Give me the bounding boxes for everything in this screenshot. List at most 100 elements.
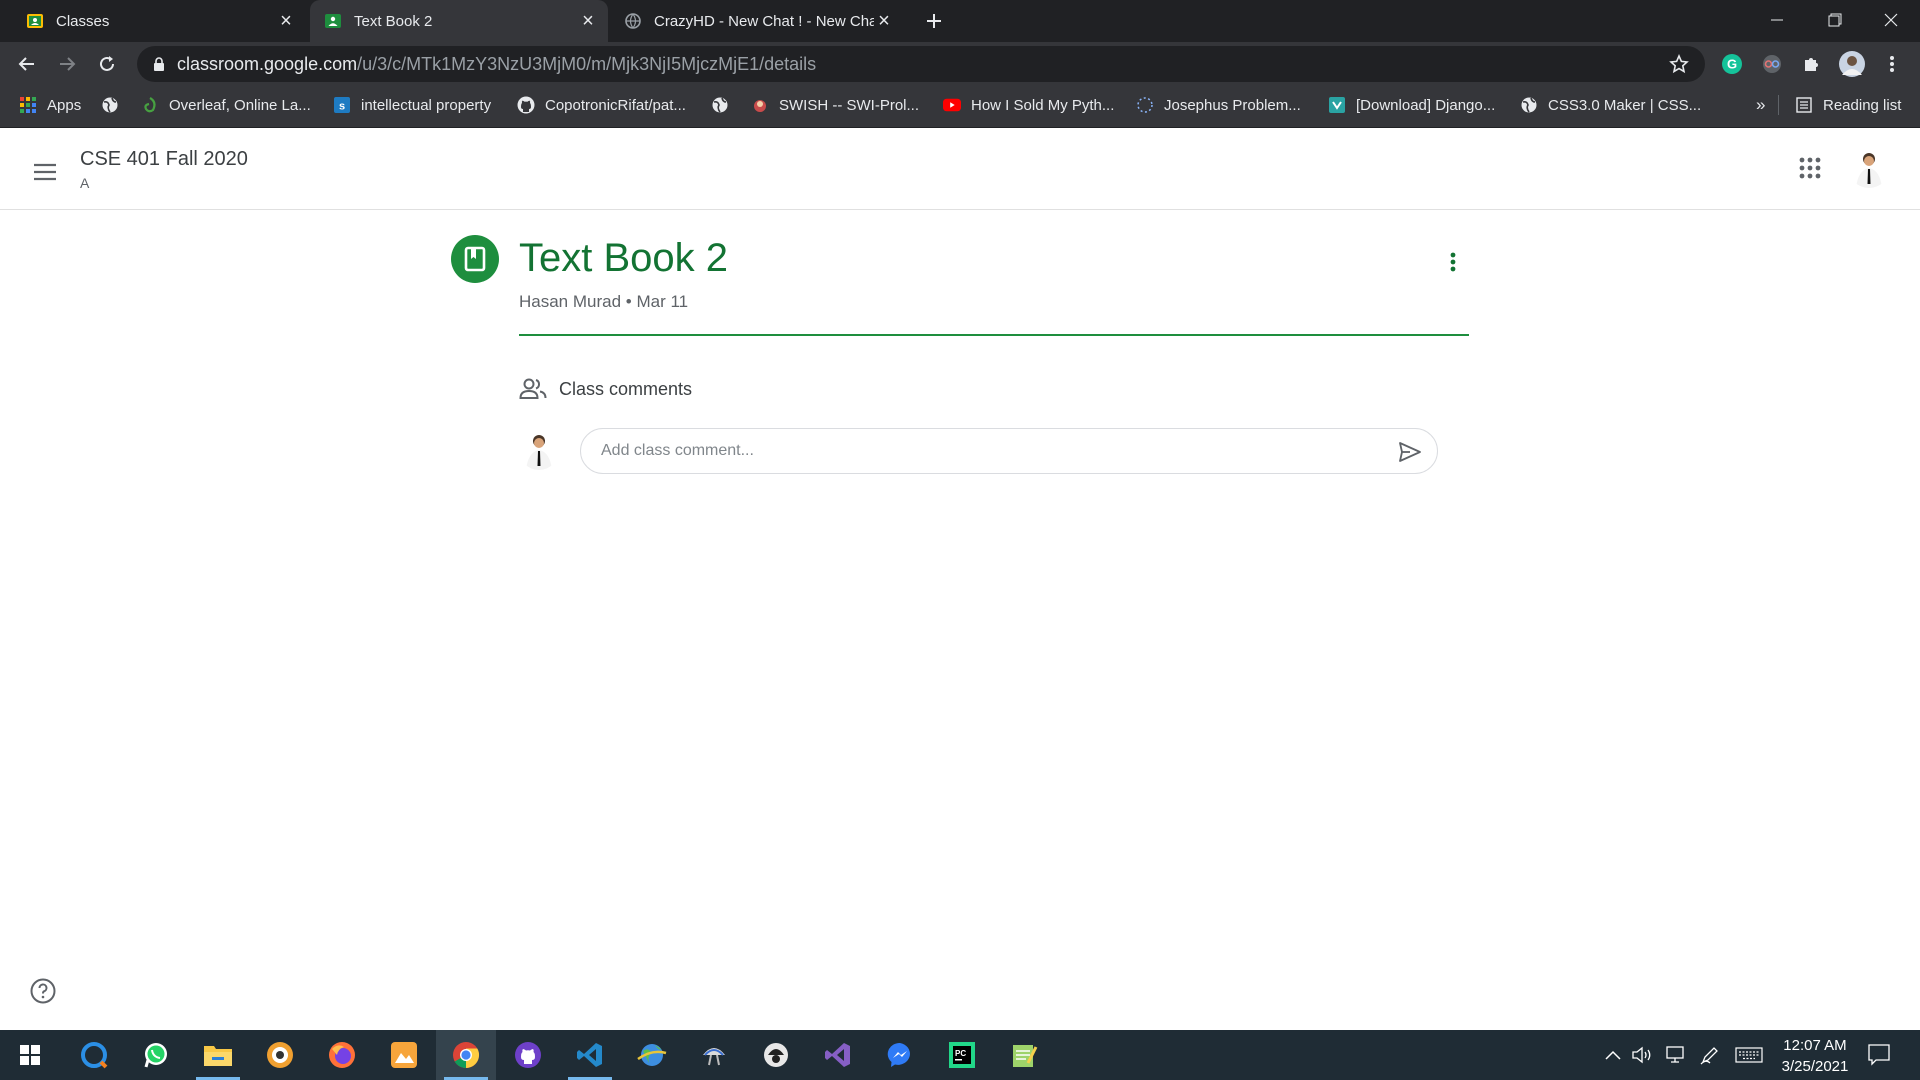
forward-button[interactable] <box>51 48 83 80</box>
taskbar-photo-app[interactable] <box>374 1030 434 1080</box>
close-window-button[interactable] <box>1862 0 1920 40</box>
taskbar-globe-app[interactable] <box>622 1030 682 1080</box>
post-date: Mar 11 <box>636 292 689 311</box>
keyboard-icon <box>1735 1047 1763 1063</box>
scribd-icon: s <box>333 96 351 114</box>
post-options-button[interactable] <box>1437 246 1469 278</box>
browser-tab-strip: Classes × Text Book 2 × CrazyHD - New Ch… <box>0 0 1920 42</box>
taskbar-visual-studio[interactable] <box>808 1030 868 1080</box>
show-hidden-icons-button[interactable] <box>1600 1042 1626 1068</box>
taskbar-github-desktop[interactable] <box>498 1030 558 1080</box>
bookmarks-overflow-button[interactable]: » <box>1756 86 1765 124</box>
taskbar-clock[interactable]: 12:07 AM 3/25/2021 <box>1768 1035 1862 1077</box>
puzzle-icon <box>1805 58 1818 71</box>
material-post-icon <box>451 235 499 283</box>
restore-button[interactable] <box>1806 0 1864 40</box>
address-bar[interactable]: classroom.google.com/u/3/c/MTk1MzY3NzU3M… <box>137 46 1705 82</box>
notification-icon <box>1868 1044 1890 1066</box>
extension-button[interactable] <box>1758 50 1786 78</box>
bookmark-overleaf[interactable]: Overleaf, Online La... <box>141 86 311 124</box>
action-center-button[interactable] <box>1866 1042 1892 1068</box>
tab-crazyhd[interactable]: CrazyHD - New Chat ! - New Cha × <box>612 0 902 42</box>
avatar <box>1848 146 1890 188</box>
post-title: Text Book 2 <box>519 236 729 280</box>
google-apps-button[interactable] <box>1794 152 1826 184</box>
tab-title: CrazyHD - New Chat ! - New Cha <box>654 12 874 30</box>
taskbar-pycharm[interactable]: PC <box>932 1030 992 1080</box>
reading-list-label: Reading list <box>1823 96 1902 114</box>
help-button[interactable] <box>28 976 58 1006</box>
close-tab-icon[interactable]: × <box>578 11 598 31</box>
volume-button[interactable] <box>1630 1042 1656 1068</box>
spy-app-icon <box>764 1043 788 1067</box>
class-name[interactable]: CSE 401 Fall 2020 <box>80 148 248 171</box>
whatsapp-icon <box>144 1043 167 1068</box>
profile-button[interactable] <box>1838 50 1866 78</box>
reload-button[interactable] <box>91 48 123 80</box>
chrome-menu-button[interactable] <box>1878 50 1906 78</box>
clock-date: 3/25/2021 <box>1781 1058 1849 1075</box>
file-explorer-icon <box>204 1046 232 1066</box>
pen-icon <box>1700 1047 1718 1065</box>
apps-grid-icon <box>1799 157 1821 179</box>
reading-list-button[interactable]: Reading list <box>1795 86 1901 124</box>
start-button[interactable] <box>0 1030 60 1080</box>
taskbar-whatsapp[interactable] <box>126 1030 186 1080</box>
bookmark-globe-2[interactable] <box>711 86 739 124</box>
bookmark-swish[interactable]: SWISH -- SWI-Prol... <box>751 86 919 124</box>
taskbar-search-app[interactable] <box>64 1030 124 1080</box>
touch-keyboard-button[interactable] <box>1734 1042 1764 1068</box>
globe-icon <box>711 96 729 114</box>
post-comment-button[interactable] <box>1395 437 1425 467</box>
bookmark-youtube[interactable]: How I Sold My Pyth... <box>943 86 1114 124</box>
taskbar-chrome[interactable] <box>436 1030 496 1080</box>
star-icon[interactable] <box>1669 54 1689 74</box>
taskbar-messenger[interactable] <box>870 1030 930 1080</box>
taskbar-file-explorer[interactable] <box>188 1030 248 1080</box>
extensions-menu-button[interactable] <box>1798 50 1826 78</box>
bookmark-github[interactable]: CopotronicRifat/pat... <box>517 86 686 124</box>
bookmarks-divider <box>1778 95 1779 115</box>
bookmark-globe[interactable] <box>101 86 129 124</box>
tab-text-book-2[interactable]: Text Book 2 × <box>310 0 608 42</box>
pycharm-icon: PC <box>949 1042 975 1068</box>
back-button[interactable] <box>11 48 43 80</box>
globe-app-icon <box>637 1044 667 1066</box>
main-menu-button[interactable] <box>28 155 62 189</box>
bookmark-label: SWISH -- SWI-Prol... <box>779 96 919 114</box>
close-tab-icon[interactable]: × <box>874 11 894 31</box>
taskbar-spy-app[interactable] <box>746 1030 806 1080</box>
class-comment-input[interactable] <box>601 429 1361 473</box>
pen-workspace-button[interactable] <box>1697 1042 1723 1068</box>
bookmark-django[interactable]: [Download] Django... <box>1328 86 1495 124</box>
tab-classes[interactable]: Classes × <box>14 0 304 42</box>
globe-icon <box>101 96 119 114</box>
taskbar-notepad-app[interactable] <box>994 1030 1054 1080</box>
taskbar-satellite-app[interactable] <box>684 1030 744 1080</box>
close-icon <box>1884 13 1898 27</box>
bookmarks-bar: Apps Overleaf, Online La... s intellectu… <box>0 86 1920 128</box>
bookmark-label: Overleaf, Online La... <box>169 96 311 114</box>
close-tab-icon[interactable]: × <box>276 11 296 31</box>
post-meta: Hasan Murad • Mar 11 <box>519 292 688 312</box>
extension-glasses-icon <box>1763 55 1781 73</box>
taskbar-firefox[interactable] <box>312 1030 372 1080</box>
post-divider <box>519 334 1469 336</box>
firefox-icon <box>329 1042 355 1068</box>
taskbar-vscode[interactable] <box>560 1030 620 1080</box>
bookmark-apps[interactable]: Apps <box>19 86 81 124</box>
network-button[interactable] <box>1662 1042 1688 1068</box>
grammarly-extension-button[interactable]: G <box>1718 50 1746 78</box>
bookmark-css3-maker[interactable]: CSS3.0 Maker | CSS... <box>1520 86 1701 124</box>
browser-toolbar: classroom.google.com/u/3/c/MTk1MzY3NzU3M… <box>0 42 1920 86</box>
meta-separator: • <box>625 292 632 311</box>
taskbar-browser-app[interactable] <box>250 1030 310 1080</box>
new-tab-button[interactable] <box>918 5 950 37</box>
commenter-avatar <box>519 430 559 470</box>
minimize-button[interactable] <box>1748 0 1806 40</box>
bookmark-intellectual-property[interactable]: s intellectual property <box>333 86 491 124</box>
avatar <box>1839 51 1865 77</box>
account-avatar[interactable] <box>1848 146 1890 188</box>
bookmark-josephus[interactable]: Josephus Problem... <box>1136 86 1301 124</box>
svg-text:PC: PC <box>955 1049 966 1058</box>
